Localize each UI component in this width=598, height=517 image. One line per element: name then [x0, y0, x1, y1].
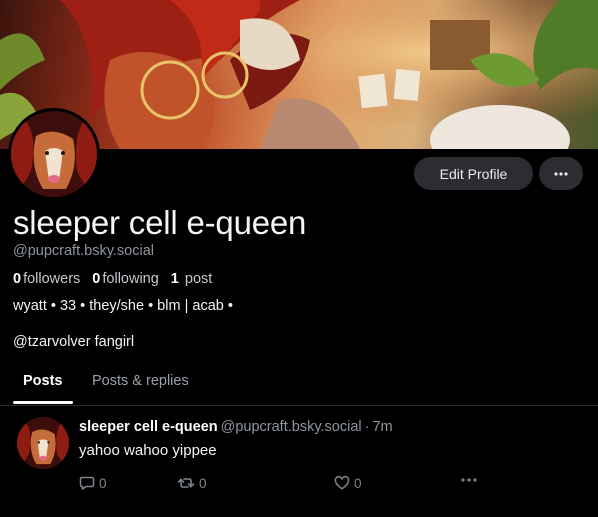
post-separator: · — [364, 419, 370, 435]
following-count: 0 — [92, 271, 101, 287]
post-author-handle[interactable]: @pupcraft.bsky.social — [221, 419, 362, 435]
like-count: 0 — [354, 475, 362, 491]
profile-handle: @pupcraft.bsky.social — [13, 243, 154, 259]
repost-button[interactable]: 0 — [177, 475, 207, 491]
post-timestamp[interactable]: 7m — [372, 419, 392, 435]
post-more-button[interactable] — [461, 478, 477, 482]
repost-count: 0 — [199, 475, 207, 491]
followers-count: 0 — [13, 271, 22, 287]
profile-bio-line1: wyatt • 33 • they/she • blm | acab • — [13, 298, 233, 314]
edit-profile-button[interactable]: Edit Profile — [414, 157, 533, 190]
followers-stat[interactable]: 0 followers — [13, 271, 80, 287]
profile-stats: 0 followers 0 following 1 post — [13, 271, 224, 287]
reply-count: 0 — [99, 475, 107, 491]
post-author-avatar[interactable] — [17, 417, 69, 469]
repost-icon — [177, 478, 195, 488]
post-actions: 0 0 0 — [79, 475, 499, 495]
profile-bio-line2[interactable]: @tzarvolver fangirl — [13, 334, 134, 350]
avatar-image — [11, 111, 97, 197]
post-text: yahoo wahoo yippee — [79, 442, 217, 459]
reply-icon — [79, 476, 95, 490]
following-label: following — [102, 271, 159, 287]
tab-posts[interactable]: Posts — [13, 365, 73, 404]
avatar-image — [17, 417, 69, 469]
feed-post[interactable]: sleeper cell e-queen @pupcraft.bsky.socia… — [0, 406, 598, 517]
posts-count: 1 — [170, 271, 179, 287]
like-button[interactable]: 0 — [334, 475, 362, 491]
posts-label: post — [184, 271, 213, 287]
following-stat[interactable]: 0 following — [92, 271, 159, 287]
reply-button[interactable]: 0 — [79, 475, 107, 491]
profile-tabs: Posts Posts & replies — [0, 365, 598, 406]
post-author-name[interactable]: sleeper cell e-queen — [79, 419, 218, 435]
profile-avatar[interactable] — [8, 108, 100, 200]
ellipsis-icon — [554, 171, 568, 176]
posts-stat: 1 post — [171, 271, 213, 287]
followers-label: followers — [23, 271, 81, 287]
profile-more-button[interactable] — [539, 157, 583, 190]
ellipsis-icon — [461, 478, 477, 482]
profile-display-name: sleeper cell e-queen — [13, 204, 307, 241]
post-header: sleeper cell e-queen @pupcraft.bsky.socia… — [79, 419, 393, 435]
heart-icon — [334, 475, 350, 490]
tab-posts-and-replies[interactable]: Posts & replies — [92, 365, 189, 403]
